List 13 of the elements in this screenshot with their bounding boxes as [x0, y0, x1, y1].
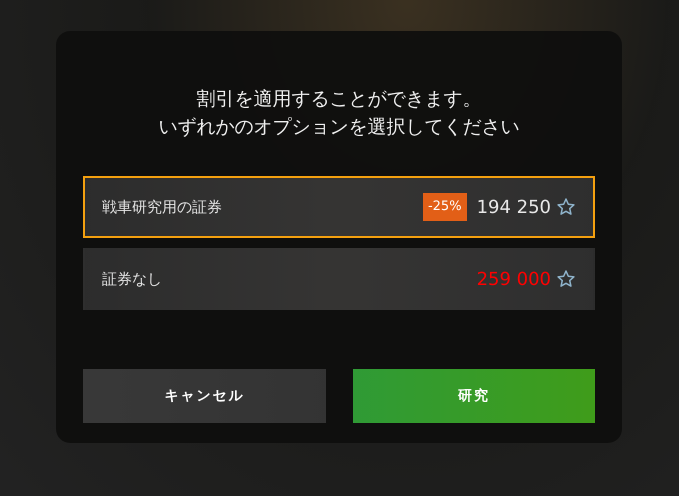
star-icon — [556, 197, 576, 217]
option-row[interactable]: 証券なし 259 000 — [83, 248, 595, 310]
price: 194 250 — [476, 196, 551, 220]
dialog-title: 割引を適用することができます。 — [196, 87, 482, 112]
price: 259 000 — [476, 268, 551, 292]
option-label: 戦車研究用の証券 — [102, 196, 223, 218]
option-label: 証券なし — [102, 268, 163, 290]
dialog-title: いずれかのオプションを選択してください — [158, 115, 520, 140]
research-button[interactable]: 研究 — [352, 369, 595, 423]
option-row[interactable]: 戦車研究用の証券 -25% 194 250 — [83, 176, 595, 238]
cancel-button[interactable]: キャンセル — [83, 369, 326, 423]
discount-badge: -25% — [422, 193, 467, 221]
star-icon — [556, 269, 576, 289]
